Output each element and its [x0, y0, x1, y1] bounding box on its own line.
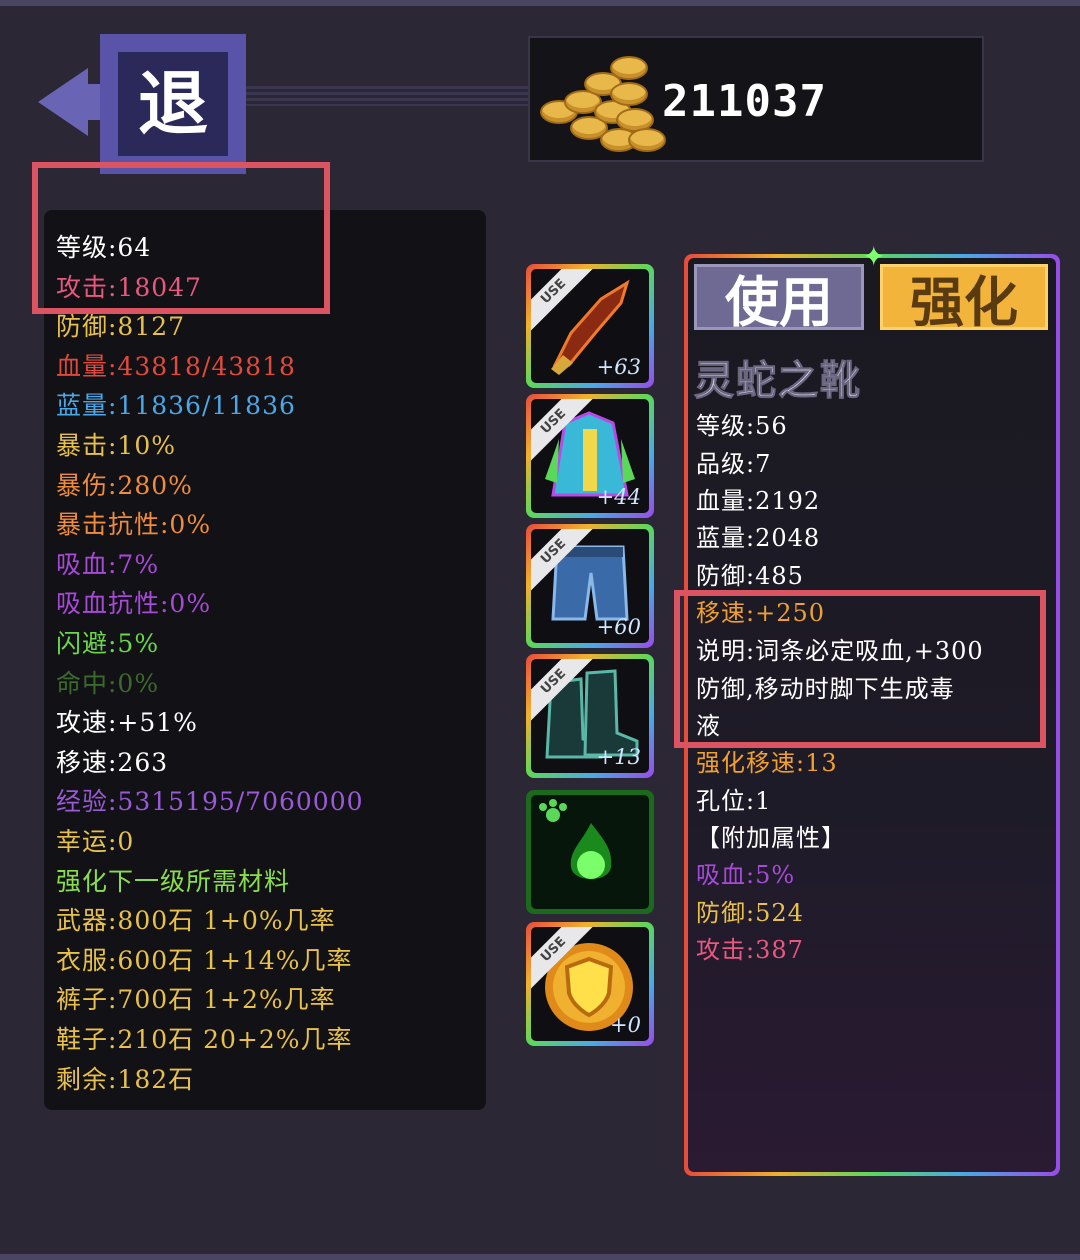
coin-amount: 211037 — [662, 76, 827, 127]
slot-boots[interactable]: USE +13 — [526, 654, 654, 778]
extra-attack: 攻击:387 — [696, 936, 804, 964]
stat-luck: 幸运:0 — [56, 827, 135, 856]
bottom-border — [0, 1254, 1080, 1260]
extra-defense: 防御:524 — [696, 899, 804, 927]
stat-lifesteal: 吸血:7% — [56, 550, 160, 579]
item-sockets: 孔位:1 — [696, 787, 772, 815]
top-border — [0, 0, 1080, 6]
character-stats-panel: 等级:64 攻击:18047 防御:8127 血量:43818/43818 蓝量… — [44, 210, 486, 1110]
stat-crit-damage: 暴伤:280% — [56, 471, 193, 500]
item-hp: 血量:2192 — [696, 487, 821, 515]
stat-crit-resist: 暴击抗性:0% — [56, 510, 212, 539]
stat-experience: 经验:5315195/7060000 — [56, 787, 364, 816]
slot-level: +60 — [596, 615, 641, 639]
slot-pants[interactable]: USE +60 — [526, 524, 654, 648]
material-clothes: 衣服:600石 1+14%几率 — [56, 946, 353, 975]
stat-crit: 暴击:10% — [56, 431, 176, 460]
item-name: 灵蛇之靴 — [694, 357, 862, 405]
stat-hit: 命中:0% — [56, 669, 160, 698]
slot-pet[interactable] — [526, 790, 654, 914]
item-grade: 品级:7 — [696, 450, 772, 478]
slot-level: +0 — [610, 1013, 641, 1037]
coin-counter: 211037 — [528, 36, 984, 162]
stat-mp: 蓝量:11836/11836 — [56, 391, 296, 420]
item-level: 等级:56 — [696, 412, 788, 440]
use-button[interactable]: 使用 — [694, 264, 864, 334]
slot-level: +13 — [596, 745, 641, 769]
green-orb-icon — [570, 823, 612, 879]
stat-lifesteal-resist: 吸血抗性:0% — [56, 589, 212, 618]
extra-attributes-heading: 【附加属性】 — [696, 824, 846, 852]
upgrade-button[interactable]: 强化 — [880, 264, 1048, 334]
material-pants: 裤子:700石 1+2%几率 — [56, 985, 336, 1014]
item-upgrade-move-speed: 强化移速:13 — [696, 749, 838, 777]
item-defense: 防御:485 — [696, 562, 804, 590]
stat-hp: 血量:43818/43818 — [56, 352, 296, 381]
highlight-box-description — [674, 590, 1046, 748]
back-button[interactable]: 退 — [38, 34, 248, 174]
slot-weapon[interactable]: USE +63 — [526, 264, 654, 388]
item-mp: 蓝量:2048 — [696, 524, 821, 552]
slot-level: +44 — [596, 485, 641, 509]
material-weapon: 武器:800石 1+0%几率 — [56, 906, 336, 935]
header-divider — [246, 86, 530, 106]
stat-move-speed: 移速:263 — [56, 748, 169, 777]
slot-level: +63 — [596, 355, 641, 379]
stat-attack-speed: 攻速:+51% — [56, 708, 198, 737]
material-shoes: 鞋子:210石 20+2%几率 — [56, 1025, 353, 1054]
extra-lifesteal: 吸血:5% — [696, 861, 796, 889]
slot-armor[interactable]: USE +44 — [526, 394, 654, 518]
material-remaining: 剩余:182石 — [56, 1065, 195, 1094]
upgrade-materials-heading: 强化下一级所需材料 — [56, 867, 291, 896]
back-arrow-icon — [38, 68, 88, 136]
slot-shield[interactable]: USE +0 — [526, 922, 654, 1046]
gold-coins-icon — [540, 52, 680, 152]
stat-dodge: 闪避:5% — [56, 629, 160, 658]
highlight-box-stats — [32, 162, 330, 314]
back-button-label: 退 — [118, 52, 228, 156]
